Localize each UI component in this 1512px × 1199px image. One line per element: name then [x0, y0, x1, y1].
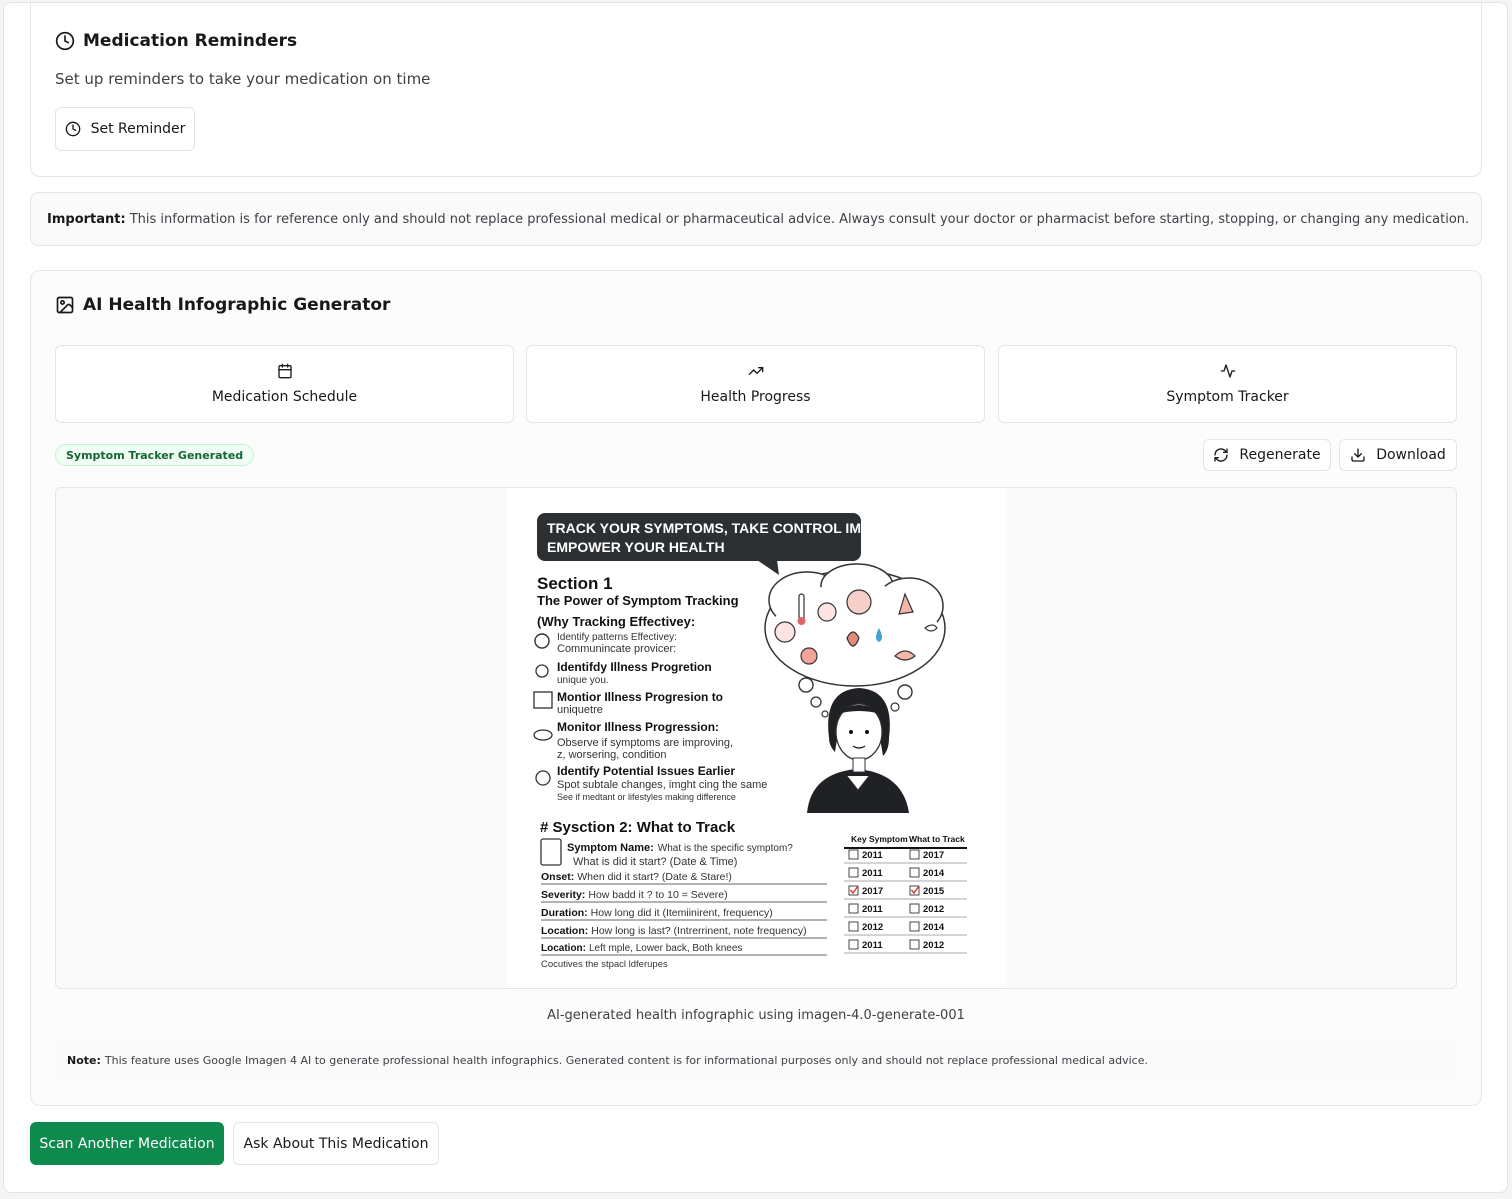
table-cell: 2012 [923, 940, 944, 951]
download-button[interactable]: Download [1339, 439, 1457, 471]
refresh-icon [1214, 448, 1229, 462]
trending-up-icon [748, 367, 763, 375]
scan-another-label: Scan Another Medication [39, 1135, 215, 1152]
item-4-title: Monitor Illness Progression: [557, 720, 719, 734]
option-medication-schedule[interactable]: Medication Schedule [55, 345, 514, 423]
section2-title: # Sysction 2: What to Track [540, 819, 736, 836]
disclaimer-text: This information is for reference only a… [129, 211, 1470, 227]
item-3-title: Montior Illness Progresion to [557, 690, 723, 704]
infographic-caption: AI-generated health infographic using im… [547, 1008, 965, 1023]
note-text: This feature uses Google Imagen 4 AI to … [104, 1053, 1148, 1067]
track-row-7: Location: Left mple, Lower back, Both kne… [541, 943, 742, 954]
ask-about-label: Ask About This Medication [243, 1135, 429, 1152]
table-checkbox [909, 867, 920, 878]
item-4-detail: Observe if symptoms are improving, [557, 737, 733, 749]
option-label: Medication Schedule [211, 389, 358, 405]
clock-icon [55, 31, 75, 51]
footer-text: Cocutives the stpacl ldferupes [541, 959, 668, 970]
table-cell: 2012 [862, 922, 883, 933]
item-4-detail-2: z, worsering, condition [557, 749, 666, 761]
table-header-2: What to Track [909, 834, 965, 844]
infographic-frame: TRACK YOUR SYMPTOMS, TAKE CONTROL IM HEA… [55, 487, 1457, 989]
section1-heading: (Why Tracking Effectivey: [537, 614, 695, 629]
section1-subtitle: The Power of Symptom Tracking [537, 593, 739, 608]
regenerate-label: Regenerate [1239, 447, 1321, 463]
disclaimer-box: Important: This information is for refer… [30, 192, 1482, 246]
infographic-generator-card: AI Health Infographic Generator Medicati… [30, 270, 1482, 1106]
set-reminder-label: Set Reminder [90, 121, 186, 137]
track-row-1: Symptom Name: What is the specific sympto… [567, 842, 793, 854]
table-checkbox [848, 939, 859, 950]
image-icon [56, 296, 74, 314]
item-5-title: Identify Potential Issues Earlier [557, 764, 735, 778]
track-row-2: What is did it start? (Date & Time) [573, 856, 737, 868]
ai-note: Note: This feature uses Google Imagen 4 … [55, 1040, 1457, 1080]
disclaimer-label: Important: [47, 211, 126, 227]
reminders-description: Set up reminders to take your medication… [55, 70, 431, 88]
reminders-title: Medication Reminders [83, 31, 298, 51]
track-row-5: Duration: How long did it (Itemiinirent, … [541, 907, 773, 919]
track-row-3: Onset: When did it start? (Date & Stare!) [541, 871, 732, 883]
regenerate-button[interactable]: Regenerate [1203, 439, 1331, 471]
bubble-line-2: EMPOWER YOUR HEALTH [547, 539, 725, 555]
note-label: Note: [67, 1053, 101, 1067]
table-cell: 2011 [862, 940, 883, 951]
generator-title-row: AI Health Infographic Generator [55, 295, 390, 315]
download-label: Download [1376, 447, 1446, 463]
table-cell: 2014 [923, 868, 945, 879]
table-cell: 2012 [923, 904, 944, 915]
item-1-title: Identify patterns Effectivey: [557, 632, 677, 643]
page-container: Medication Reminders Set up reminders to… [3, 2, 1508, 1193]
table-cell: 2017 [862, 886, 883, 897]
option-label: Symptom Tracker [1166, 389, 1289, 405]
calendar-icon [277, 363, 292, 379]
option-label: Health Progress [700, 389, 811, 405]
table-checkbox [909, 939, 920, 950]
ask-about-medication-button[interactable]: Ask About This Medication [233, 1122, 439, 1165]
table-header-1: Key Symptom [851, 834, 908, 844]
table-checkbox [909, 849, 920, 860]
scan-another-medication-button[interactable]: Scan Another Medication [30, 1122, 224, 1165]
track-row-6: Location: How long is last? (Intrerrinent… [541, 925, 807, 937]
table-cell: 2017 [923, 850, 944, 861]
option-health-progress[interactable]: Health Progress [526, 345, 985, 423]
set-reminder-button[interactable]: Set Reminder [55, 107, 195, 151]
status-badge: Symptom Tracker Generated [55, 444, 255, 466]
bubble-line-1: TRACK YOUR SYMPTOMS, TAKE CONTROL IM HEA… [547, 520, 921, 536]
item-2-title: Identifdy Illness Progretion [557, 660, 712, 674]
item-3-detail: uniquetre [557, 704, 603, 716]
table-checkbox [848, 849, 859, 860]
option-symptom-tracker[interactable]: Symptom Tracker [998, 345, 1457, 423]
table-cell: 2011 [862, 904, 883, 915]
generated-infographic-image[interactable]: TRACK YOUR SYMPTOMS, TAKE CONTROL IM HEA… [507, 488, 1007, 988]
generator-title: AI Health Infographic Generator [83, 295, 391, 315]
reminders-title-row: Medication Reminders [55, 31, 297, 51]
section1-title: Section 1 [537, 574, 613, 593]
table-cell: 2014 [923, 922, 945, 933]
download-icon [1351, 448, 1365, 462]
table-checkbox [848, 867, 859, 878]
table-cell: 2011 [862, 850, 883, 861]
clock-icon [65, 121, 80, 137]
table-checkbox [848, 903, 859, 914]
track-row-4: Severity: How badd it ? to 10 = Severe) [541, 889, 728, 901]
table-checkbox [909, 903, 920, 914]
item-2-detail: unique you. [557, 675, 609, 686]
activity-icon [1220, 364, 1235, 378]
reminders-card: Medication Reminders Set up reminders to… [30, 3, 1482, 177]
table-cell: 2015 [923, 886, 945, 897]
table-cell: 2011 [862, 868, 883, 879]
table-checkbox [848, 921, 859, 932]
table-checkbox [909, 921, 920, 932]
item-1-detail: Communincate provicer: [557, 643, 676, 655]
item-5-detail-2: See if medtant or lifestyles making diff… [557, 792, 736, 802]
item-5-detail: Spot subtale changes, imght cing the sam… [557, 779, 767, 791]
